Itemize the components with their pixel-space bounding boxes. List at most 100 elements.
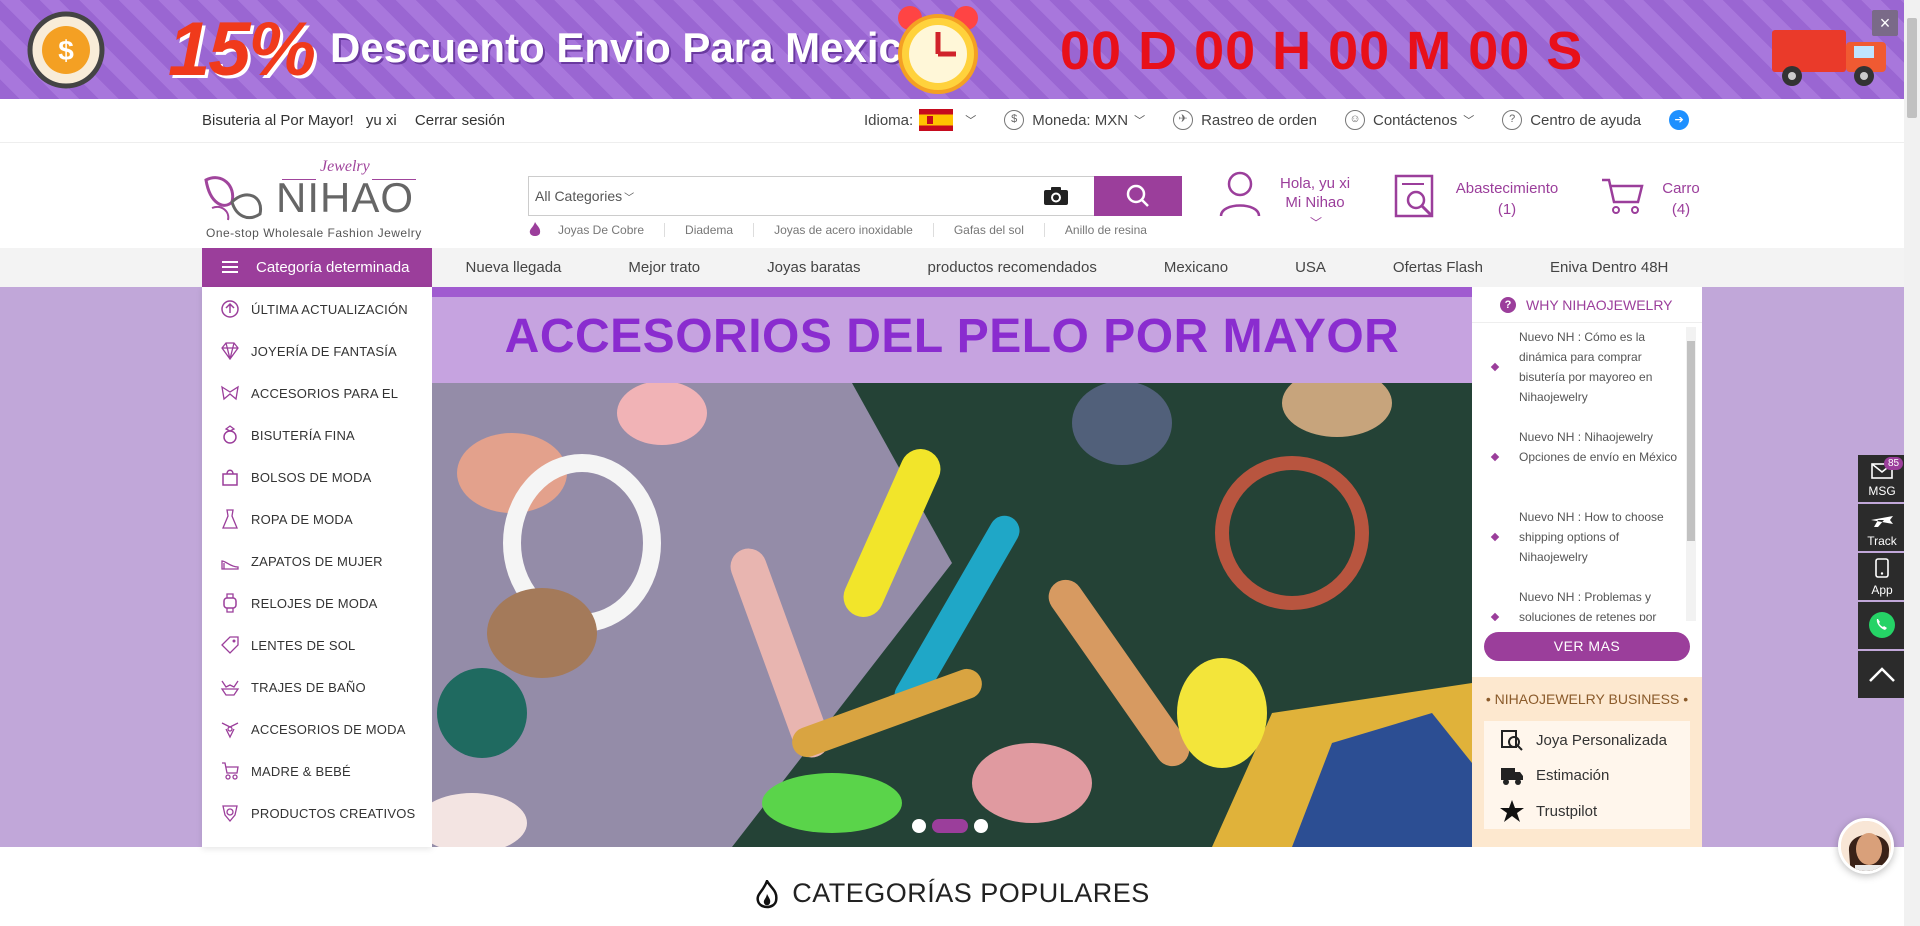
category-item-clothing[interactable]: ROPA DE MODA (202, 498, 432, 540)
topbar: Bisuteria al Por Mayor! yu xi Cerrar ses… (0, 99, 1904, 143)
app-button[interactable]: App (1858, 553, 1906, 600)
nav-link-mexican[interactable]: Mexicano (1164, 259, 1228, 276)
see-more-button[interactable]: VER MAS (1484, 632, 1690, 661)
category-item-mother-baby[interactable]: MADRE & BEBÉ (202, 750, 432, 792)
category-item-sunglasses[interactable]: LENTES DE SOL (202, 624, 432, 666)
category-item-watches[interactable]: RELOJES DE MODA (202, 582, 432, 624)
cart-icon (1602, 178, 1644, 214)
category-menu-button[interactable]: Categoría determinada (202, 248, 432, 287)
page-scrollbar[interactable] (1904, 0, 1920, 926)
category-label: ROPA DE MODA (251, 511, 353, 527)
hot-keyword[interactable]: Diadema (685, 223, 755, 237)
category-item-hair[interactable]: ACCESORIOS PARA EL (202, 372, 432, 414)
nav-links: Nueva llegada Mejor trato Joyas baratas … (432, 248, 1702, 287)
news-scrollbar-thumb[interactable] (1687, 341, 1695, 541)
nav-link-cheap-jewelry[interactable]: Joyas baratas (767, 259, 860, 276)
trustpilot-link[interactable]: Trustpilot (1500, 796, 1597, 826)
slider-top-strip (432, 287, 1472, 297)
order-tracking-link[interactable]: ✈ Rastreo de orden (1173, 110, 1317, 130)
back-to-top-button[interactable] (1858, 651, 1906, 698)
user-name[interactable]: yu xi (366, 112, 397, 129)
language-selector[interactable]: Idioma: ﹀ (864, 109, 976, 131)
category-item-shoes[interactable]: ZAPATOS DE MUJER (202, 540, 432, 582)
category-item-fine[interactable]: BISUTERÍA FINA (202, 414, 432, 456)
category-label: BISUTERÍA FINA (251, 427, 355, 443)
diamond-icon (221, 342, 239, 361)
track-button[interactable]: Track (1858, 504, 1906, 551)
logout-link[interactable]: Cerrar sesión (415, 112, 505, 129)
phone-icon (1875, 558, 1889, 578)
hot-keyword[interactable]: Joyas de acero inoxidable (774, 223, 934, 237)
category-label: ÚLTIMA ACTUALIZACIÓN (251, 301, 408, 317)
hot-keyword[interactable]: Gafas del sol (954, 223, 1045, 237)
search-button[interactable] (1094, 176, 1182, 216)
category-item-swimwear[interactable]: TRAJES DE BAÑO (202, 666, 432, 708)
category-label: MADRE & BEBÉ (251, 763, 351, 779)
nav-link-new-arrivals[interactable]: Nueva llegada (466, 259, 562, 276)
promo-text: Descuento Envio Para Mexico (330, 24, 928, 71)
svg-text:$: $ (58, 35, 74, 66)
app-label: App (1871, 583, 1893, 597)
news-scrollbar[interactable] (1686, 327, 1696, 621)
news-item[interactable]: Nuevo NH : Problemas y soluciones de ret… (1472, 587, 1690, 621)
news-item[interactable]: Nuevo NH : How to choose shipping option… (1472, 507, 1690, 567)
help-label: Centro de ayuda (1530, 111, 1642, 129)
welcome-text: Bisuteria al Por Mayor! (202, 112, 354, 129)
nav-link-recommended[interactable]: productos recomendados (928, 259, 1097, 276)
category-item-fantasy[interactable]: JOYERÍA DE FANTASÍA (202, 330, 432, 372)
business-item-label: Estimación (1536, 766, 1610, 784)
nav-link-flash-deals[interactable]: Ofertas Flash (1393, 259, 1483, 276)
message-button[interactable]: 85 MSG (1858, 455, 1906, 502)
category-label: TRAJES DE BAÑO (251, 679, 366, 695)
why-header: ? WHY NIHAOJEWELRY (1472, 287, 1702, 323)
whatsapp-button[interactable] (1858, 602, 1906, 649)
welcome-area: Bisuteria al Por Mayor! yu xi Cerrar ses… (202, 112, 513, 129)
heel-icon (221, 560, 239, 570)
contact-menu[interactable]: ☺ Contáctenos ﹀ (1344, 110, 1474, 130)
custom-jewelry-link[interactable]: Joya Personalizada (1500, 725, 1667, 755)
hero-slider[interactable]: ACCESORIOS DEL PELO POR MAYOR (432, 287, 1472, 847)
help-center-link[interactable]: ? Centro de ayuda (1502, 110, 1641, 130)
category-item-accessories[interactable]: ACCESORIOS DE MODA (202, 708, 432, 750)
business-title: • NIHAOJEWELRY BUSINESS • (1485, 691, 1689, 707)
currency-selector[interactable]: $ Moneda: MXN ﹀ (1004, 110, 1145, 130)
popular-title: CATEGORÍAS POPULARES (792, 878, 1150, 908)
slider-dot[interactable] (912, 819, 926, 833)
category-label: RELOJES DE MODA (251, 595, 378, 611)
account-greeting: Hola, yu xi (1280, 175, 1351, 192)
cart-link[interactable]: Carro (4) (1600, 174, 1710, 224)
sourcing-link[interactable]: Abastecimiento (1) (1392, 174, 1562, 224)
hot-keyword[interactable]: Anillo de resina (1065, 223, 1167, 237)
search-input[interactable] (637, 181, 1037, 211)
nav-link-usa[interactable]: USA (1295, 259, 1326, 276)
category-item-bags[interactable]: BOLSOS DE MODA (202, 456, 432, 498)
share-icon[interactable]: ➔ (1669, 110, 1690, 130)
nihao-logo[interactable]: Jewelry NIHAO One-stop Wholesale Fashion… (202, 158, 422, 240)
category-item-latest[interactable]: ÚLTIMA ACTUALIZACIÓN (202, 288, 432, 330)
chat-avatar[interactable] (1838, 818, 1894, 874)
nav-link-best-deal[interactable]: Mejor trato (628, 259, 700, 276)
accessory-icon (221, 722, 239, 739)
estimate-link[interactable]: Estimación (1500, 760, 1609, 790)
arrow-up-circle-icon (221, 300, 239, 318)
category-item-creative[interactable]: PRODUCTOS CREATIVOS (202, 792, 432, 834)
slider-dot-active[interactable] (932, 819, 968, 833)
nav-link-ship-48h[interactable]: Eniva Dentro 48H (1550, 259, 1668, 276)
hot-keyword[interactable]: Joyas De Cobre (558, 223, 666, 237)
promo-banner[interactable]: $ 15% Descuento Envio Para Mexico 00 D 0… (0, 0, 1920, 99)
search-category-select[interactable]: All Categories ﹀ (535, 188, 634, 204)
promo-close-button[interactable]: × (1872, 10, 1898, 36)
tag-icon (221, 636, 239, 654)
news-item[interactable]: Nuevo NH : Nihaojewelry Opciones de enví… (1472, 427, 1690, 487)
account-menu[interactable]: Hola, yu xi Mi Nihao ﹀ (1218, 170, 1368, 230)
slider-dot[interactable] (974, 819, 988, 833)
category-label: ACCESORIOS DE MODA (251, 721, 406, 737)
search-doc-icon (1501, 730, 1523, 751)
bag-icon (222, 469, 238, 486)
news-item[interactable]: Nuevo NH : Cómo es la dinámica para comp… (1472, 327, 1690, 407)
cart-text: Carro (4) (1656, 178, 1706, 220)
page-scrollbar-thumb[interactable] (1907, 18, 1917, 118)
coin-icon: $ (27, 11, 105, 89)
camera-icon[interactable] (1043, 186, 1069, 206)
search-category-label: All Categories (535, 188, 623, 204)
